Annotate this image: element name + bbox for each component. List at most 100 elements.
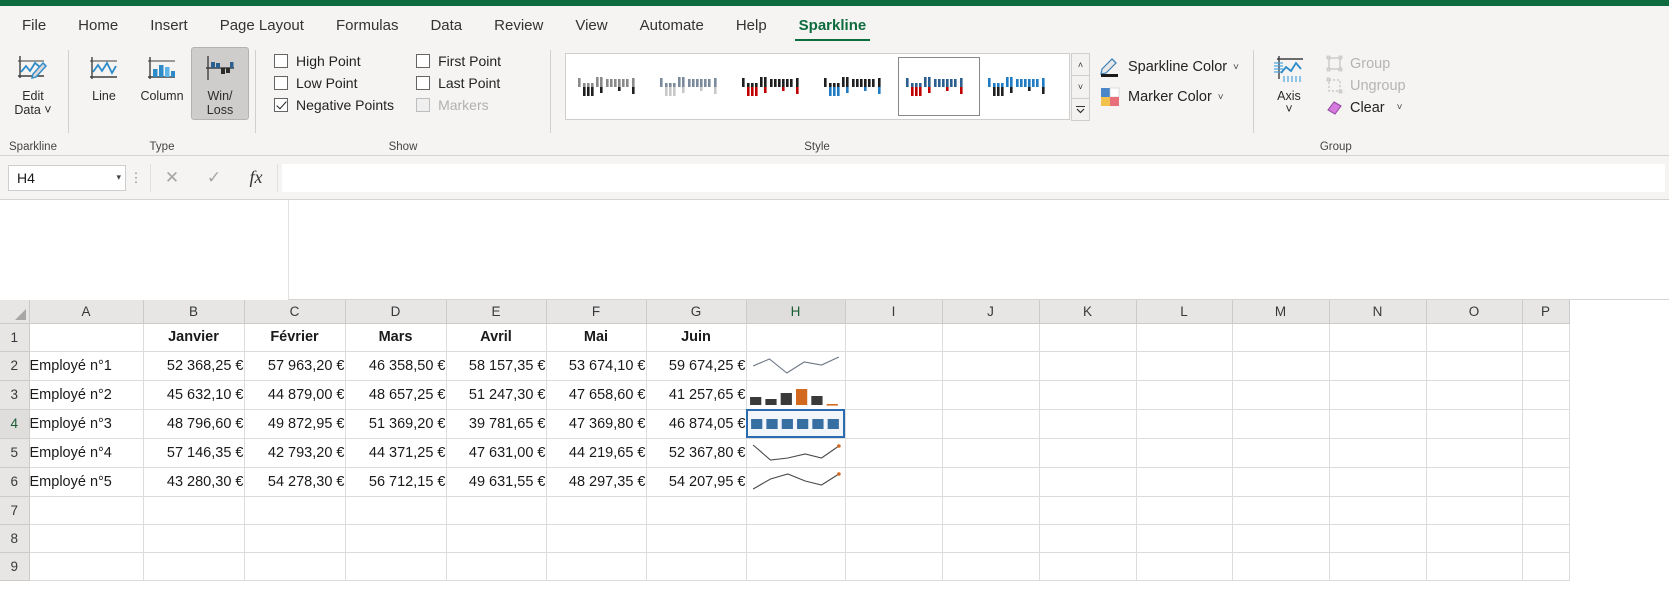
- cell-m2[interactable]: [1232, 351, 1330, 381]
- cell-k5[interactable]: [1039, 438, 1137, 468]
- chevron-down-icon[interactable]: ˅: [1233, 62, 1239, 73]
- cell-m4[interactable]: [1232, 409, 1330, 439]
- cell-a9[interactable]: [29, 552, 144, 581]
- column-header-f[interactable]: F: [546, 300, 647, 324]
- cell-a1[interactable]: [29, 323, 144, 352]
- column-header-j[interactable]: J: [942, 300, 1040, 324]
- cell-a7[interactable]: [29, 496, 144, 525]
- cell-d4[interactable]: 51 369,20 €: [345, 409, 447, 439]
- marker-color-button[interactable]: Marker Color ˅: [1100, 87, 1239, 107]
- column-header-m[interactable]: M: [1232, 300, 1330, 324]
- tab-page-layout[interactable]: Page Layout: [204, 7, 320, 43]
- cell-p7[interactable]: [1522, 496, 1570, 525]
- cell-e9[interactable]: [446, 552, 547, 581]
- cell-c8[interactable]: [244, 524, 346, 553]
- cell-p6[interactable]: [1522, 467, 1570, 497]
- cell-j7[interactable]: [942, 496, 1040, 525]
- cell-i1[interactable]: [845, 323, 943, 352]
- cell-h8[interactable]: [746, 524, 846, 553]
- column-header-o[interactable]: O: [1426, 300, 1523, 324]
- cell-f8[interactable]: [546, 524, 647, 553]
- cell-i4[interactable]: [845, 409, 943, 439]
- cell-m8[interactable]: [1232, 524, 1330, 553]
- checkbox-first-point[interactable]: First Point: [416, 53, 501, 69]
- tab-sparkline[interactable]: Sparkline: [783, 7, 883, 43]
- cell-b7[interactable]: [143, 496, 245, 525]
- cell-h2-sparkline[interactable]: [746, 351, 846, 381]
- cell-b2[interactable]: 52 368,25 €: [143, 351, 245, 381]
- cell-n4[interactable]: [1329, 409, 1427, 439]
- clear-button[interactable]: Clear ˅: [1326, 99, 1406, 116]
- cell-l6[interactable]: [1136, 467, 1233, 497]
- style-item-blue-red[interactable]: [898, 57, 980, 116]
- cell-p8[interactable]: [1522, 524, 1570, 553]
- cell-l8[interactable]: [1136, 524, 1233, 553]
- row-header-5[interactable]: 5: [0, 438, 30, 468]
- cell-f9[interactable]: [546, 552, 647, 581]
- cell-f3[interactable]: 47 658,60 €: [546, 380, 647, 410]
- cell-j8[interactable]: [942, 524, 1040, 553]
- cell-g1[interactable]: Juin: [646, 323, 747, 352]
- cell-f5[interactable]: 44 219,65 €: [546, 438, 647, 468]
- cell-i8[interactable]: [845, 524, 943, 553]
- cell-j1[interactable]: [942, 323, 1040, 352]
- tab-formulas[interactable]: Formulas: [320, 7, 415, 43]
- tab-automate[interactable]: Automate: [624, 7, 720, 43]
- cell-c4[interactable]: 49 872,95 €: [244, 409, 346, 439]
- cell-m6[interactable]: [1232, 467, 1330, 497]
- style-item-black-red[interactable]: [734, 57, 816, 116]
- cell-l7[interactable]: [1136, 496, 1233, 525]
- row-header-3[interactable]: 3: [0, 380, 30, 410]
- high-point-checkbox-icon[interactable]: [274, 54, 288, 68]
- chevron-down-icon[interactable]: ˅: [1397, 102, 1403, 113]
- checkbox-last-point[interactable]: Last Point: [416, 75, 501, 91]
- row-header-4[interactable]: 4: [0, 409, 30, 439]
- insert-function-icon[interactable]: fx: [235, 167, 277, 188]
- cell-a3[interactable]: Employé n°2: [29, 380, 144, 410]
- column-header-e[interactable]: E: [446, 300, 547, 324]
- cell-b3[interactable]: 45 632,10 €: [143, 380, 245, 410]
- cell-o5[interactable]: [1426, 438, 1523, 468]
- cell-g5[interactable]: 52 367,80 €: [646, 438, 747, 468]
- cell-d7[interactable]: [345, 496, 447, 525]
- cell-e6[interactable]: 49 631,55 €: [446, 467, 547, 497]
- cell-e7[interactable]: [446, 496, 547, 525]
- cell-h4-sparkline-selected[interactable]: [746, 409, 846, 439]
- style-item-blue-black[interactable]: [980, 57, 1062, 116]
- cell-p4[interactable]: [1522, 409, 1570, 439]
- cell-o3[interactable]: [1426, 380, 1523, 410]
- cell-d1[interactable]: Mars: [345, 323, 447, 352]
- row-header-7[interactable]: 7: [0, 496, 30, 525]
- cell-a6[interactable]: Employé n°5: [29, 467, 144, 497]
- cell-k7[interactable]: [1039, 496, 1137, 525]
- cell-b6[interactable]: 43 280,30 €: [143, 467, 245, 497]
- cell-l4[interactable]: [1136, 409, 1233, 439]
- sparkline-color-button[interactable]: Sparkline Color ˅: [1100, 57, 1239, 77]
- cell-l3[interactable]: [1136, 380, 1233, 410]
- cell-b8[interactable]: [143, 524, 245, 553]
- cell-g3[interactable]: 41 257,65 €: [646, 380, 747, 410]
- cell-j2[interactable]: [942, 351, 1040, 381]
- cell-d8[interactable]: [345, 524, 447, 553]
- cell-o7[interactable]: [1426, 496, 1523, 525]
- cell-g4[interactable]: 46 874,05 €: [646, 409, 747, 439]
- column-header-p[interactable]: P: [1522, 300, 1570, 324]
- type-line-button[interactable]: Line: [75, 47, 133, 106]
- cell-n7[interactable]: [1329, 496, 1427, 525]
- cell-j6[interactable]: [942, 467, 1040, 497]
- cell-h7[interactable]: [746, 496, 846, 525]
- style-item-dark-gray[interactable]: [570, 57, 652, 116]
- cell-a4[interactable]: Employé n°3: [29, 409, 144, 439]
- cell-p2[interactable]: [1522, 351, 1570, 381]
- cell-l5[interactable]: [1136, 438, 1233, 468]
- cell-c3[interactable]: 44 879,00 €: [244, 380, 346, 410]
- column-header-h[interactable]: H: [746, 300, 846, 324]
- tab-file[interactable]: File: [6, 7, 62, 43]
- last-point-checkbox-icon[interactable]: [416, 76, 431, 90]
- type-winloss-button[interactable]: Win/ Loss: [191, 47, 249, 120]
- cell-j9[interactable]: [942, 552, 1040, 581]
- cell-i3[interactable]: [845, 380, 943, 410]
- cell-g6[interactable]: 54 207,95 €: [646, 467, 747, 497]
- cell-c2[interactable]: 57 963,20 €: [244, 351, 346, 381]
- cell-n8[interactable]: [1329, 524, 1427, 553]
